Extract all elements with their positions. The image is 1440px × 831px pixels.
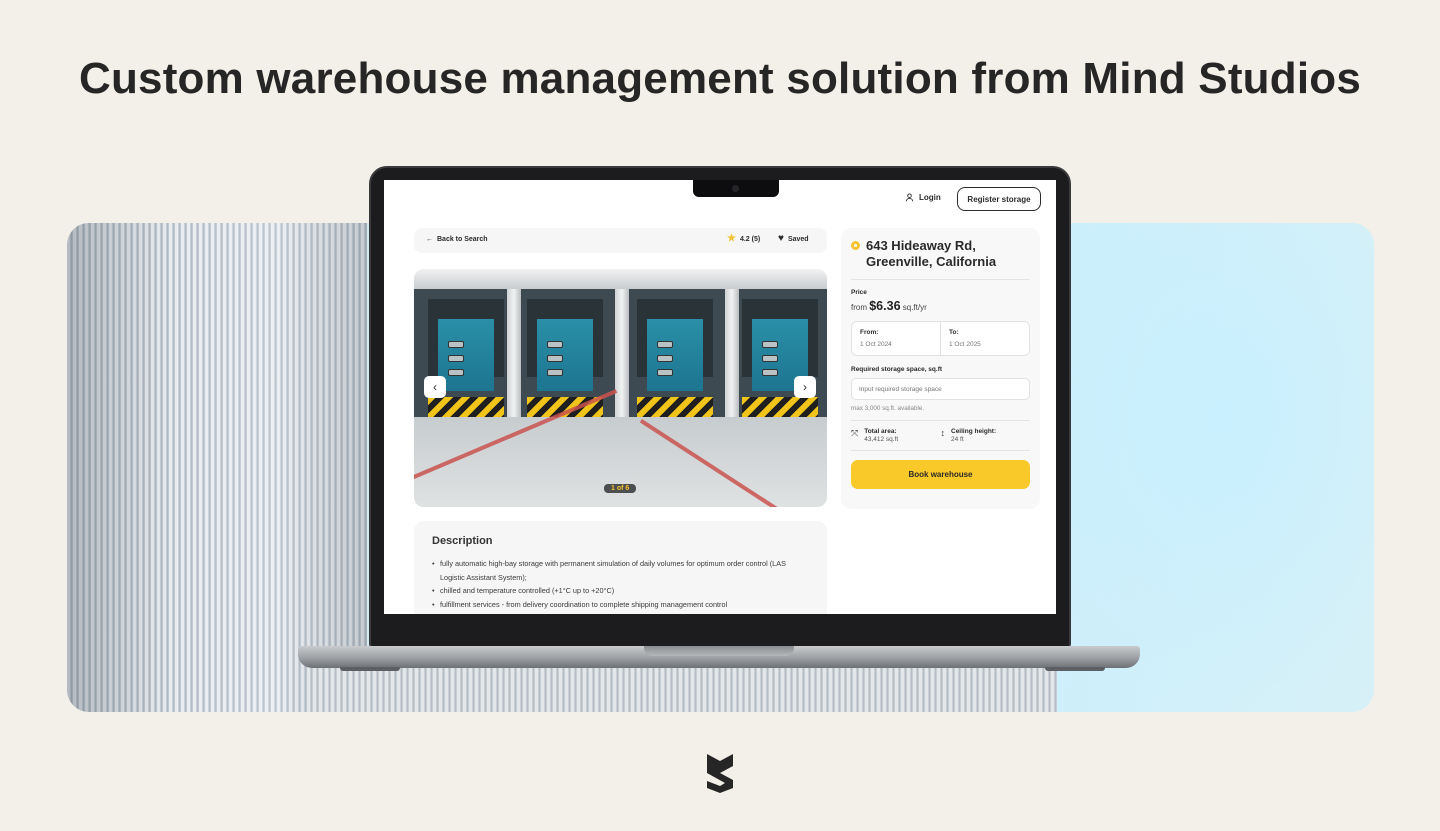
laptop-foot: [340, 667, 400, 671]
saved-label: Saved: [787, 235, 809, 243]
gallery-next-button[interactable]: ›: [794, 376, 816, 398]
total-area-stat: ⤧ Total area: 43,412 sq.ft: [851, 428, 941, 443]
list-item: chilled and temperature controlled (+1°C…: [432, 584, 809, 598]
pillar: [507, 289, 521, 417]
price-value: $6.36: [869, 299, 901, 313]
location-pin-icon: [851, 241, 860, 250]
dock-window: [448, 355, 464, 362]
rating-value: 4.2 (5): [739, 235, 761, 243]
dock-window: [762, 369, 778, 376]
heart-icon: ♥: [778, 233, 784, 244]
date-to-label: To:: [949, 329, 959, 336]
date-to-field[interactable]: To: 1 Oct 2025: [940, 322, 1029, 355]
booking-card: 643 Hideaway Rd, Greenville, California …: [841, 228, 1040, 509]
breadcrumb: ← Back to Search ★ 4.2 (5) ♥ Saved: [414, 228, 827, 253]
laptop-foot: [1045, 667, 1105, 671]
chevron-right-icon: ›: [803, 380, 807, 394]
dock-door: [647, 319, 703, 391]
dock-window: [448, 369, 464, 376]
pillar: [725, 289, 739, 417]
space-hint: max 3,000 sq.ft. available.: [851, 405, 925, 412]
list-item: fully automatic high-bay storage with pe…: [432, 557, 809, 584]
dock-window: [762, 355, 778, 362]
building-wall-image: [307, 663, 1057, 712]
dock-window: [762, 341, 778, 348]
price-label: Price: [851, 289, 867, 296]
chevron-left-icon: ‹: [433, 380, 437, 394]
ceiling-height-stat: ↕ Ceiling height: 24 ft: [941, 428, 1031, 443]
dock-window: [448, 341, 464, 348]
list-item: fulfillment services - from delivery coo…: [432, 598, 809, 612]
description-title: Description: [432, 535, 493, 547]
ceiling-height-label: Ceiling height:: [951, 428, 997, 435]
camera-notch: [693, 180, 779, 197]
gallery-prev-button[interactable]: ‹: [424, 376, 446, 398]
hazard-stripe: [428, 397, 504, 417]
loading-dock: [637, 299, 713, 417]
loading-dock: [428, 299, 504, 417]
gallery-counter: 1 of 6: [604, 484, 637, 493]
laptop-screen: Login Register storage ← Back to Search …: [384, 180, 1056, 614]
date-range: From: 1 Oct 2024 To: 1 Oct 2025: [851, 321, 1030, 356]
star-icon: ★: [727, 233, 736, 244]
back-to-search-link[interactable]: ← Back to Search: [426, 236, 488, 243]
dock-window: [657, 355, 673, 362]
book-warehouse-button[interactable]: Book warehouse: [851, 460, 1030, 489]
dock-window: [657, 341, 673, 348]
total-area-label: Total area:: [864, 428, 897, 435]
tower-shading: [67, 223, 367, 712]
saved-toggle[interactable]: ♥ Saved: [778, 233, 809, 244]
hazard-stripe: [637, 397, 713, 417]
loading-dock: [742, 299, 818, 417]
back-label: Back to Search: [437, 236, 488, 243]
date-from-value: 1 Oct 2024: [860, 341, 892, 348]
mind-studios-logo: [707, 754, 733, 793]
login-label: Login: [919, 193, 941, 202]
laptop-base-notch: [644, 646, 794, 656]
price-row: from $6.36 sq.ft/yr: [851, 299, 1030, 313]
address-line-2: Greenville, California: [866, 254, 997, 269]
expand-icon: ⤧: [851, 428, 859, 438]
vertical-arrows-icon: ↕: [940, 428, 946, 438]
page-headline: Custom warehouse management solution fro…: [78, 54, 1361, 103]
total-area-value: 43,412 sq.ft: [864, 436, 899, 443]
dock-window: [657, 369, 673, 376]
dock-door: [537, 319, 593, 391]
date-to-value: 1 Oct 2025: [949, 341, 981, 348]
login-link[interactable]: Login: [905, 193, 941, 202]
listing-column: ← Back to Search ★ 4.2 (5) ♥ Saved: [414, 228, 827, 253]
address-line-1: 643 Hideaway Rd,: [866, 238, 976, 253]
space-label: Required storage space, sq.ft: [851, 366, 943, 373]
register-storage-button[interactable]: Register storage: [957, 187, 1041, 211]
description-panel: Description fully automatic high-bay sto…: [414, 521, 827, 614]
description-list: fully automatic high-bay storage with pe…: [432, 557, 809, 611]
dock-door: [438, 319, 494, 391]
warehouse-photo-gallery[interactable]: ‹ › 1 of 6: [414, 269, 827, 507]
price-prefix: from: [851, 303, 867, 312]
photo-ceiling: [414, 269, 827, 289]
laptop-lid: Login Register storage ← Back to Search …: [369, 166, 1071, 648]
user-icon: [905, 193, 914, 202]
pillar: [615, 289, 629, 417]
photo-floor: [414, 417, 827, 507]
address: 643 Hideaway Rd, Greenville, California: [851, 238, 1030, 280]
dock-window: [547, 355, 563, 362]
hazard-stripe: [742, 397, 818, 417]
laptop-base: [298, 646, 1140, 668]
rating: ★ 4.2 (5): [727, 233, 761, 244]
date-from-label: From:: [860, 329, 879, 336]
arrow-left-icon: ←: [426, 236, 433, 243]
warehouse-stats: ⤧ Total area: 43,412 sq.ft ↕ Ceiling hei…: [851, 420, 1030, 451]
date-from-field[interactable]: From: 1 Oct 2024: [852, 322, 940, 355]
storage-space-input[interactable]: [851, 378, 1030, 400]
price-unit: sq.ft/yr: [902, 303, 927, 312]
dock-window: [547, 369, 563, 376]
dock-window: [547, 341, 563, 348]
ceiling-height-value: 24 ft: [951, 436, 964, 443]
